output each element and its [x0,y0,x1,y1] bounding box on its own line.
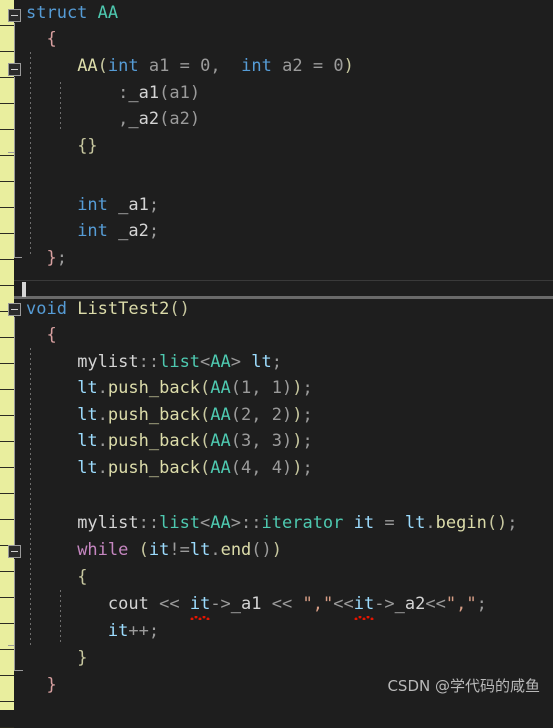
error-token-it[interactable]: it [353,591,375,620]
error-token-it[interactable]: it [189,591,211,620]
code-pane-bottom[interactable]: void ListTest2() { mylist::list<AA> lt; … [0,0,553,710]
csdn-watermark: CSDN @学代码的咸鱼 [387,677,540,695]
code-editor[interactable]: struct AA { AA(int a1 = 0, int a2 = 0) :… [0,0,553,728]
